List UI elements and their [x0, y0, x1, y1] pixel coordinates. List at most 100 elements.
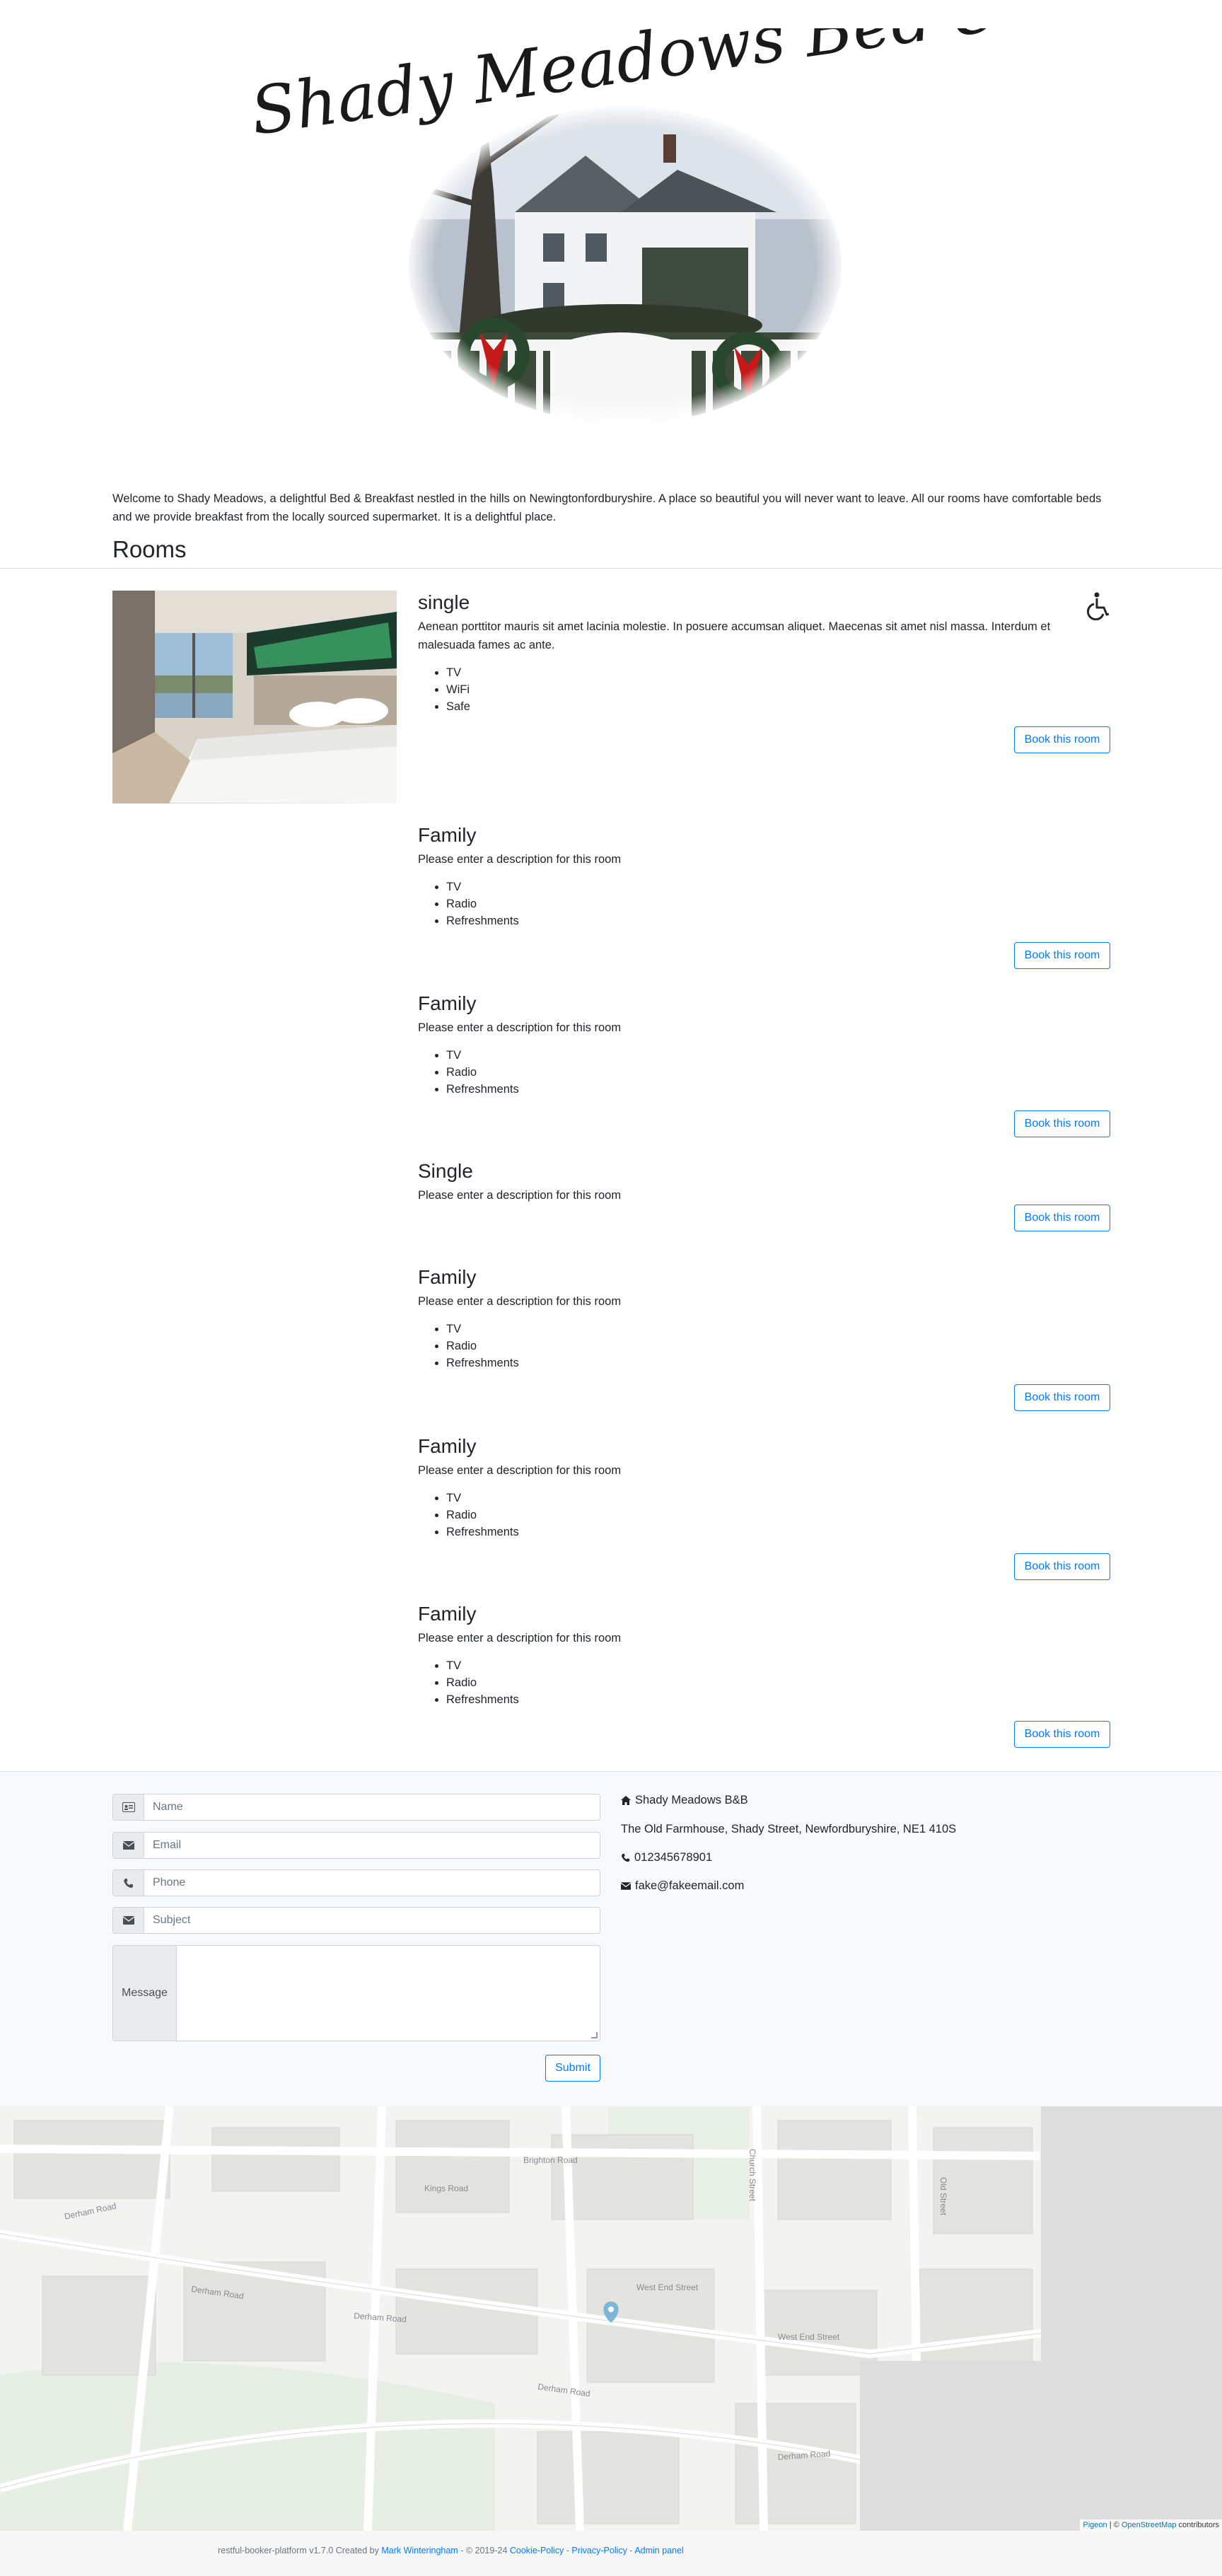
- room-feature: Refreshments: [446, 1524, 1110, 1541]
- phone-icon: [113, 1870, 144, 1896]
- room-feature: Radio: [446, 1338, 1110, 1354]
- room-card: Family Please enter a description for thi…: [418, 1434, 1110, 1580]
- room-description: Please enter a description for this room: [418, 1295, 622, 1308]
- id-card-icon: [113, 1794, 144, 1820]
- room-feature: TV: [446, 1047, 1110, 1064]
- room-feature: Radio: [446, 1674, 1110, 1691]
- map-street-label: West End Street: [778, 2332, 840, 2342]
- map-street-label: Church Street: [747, 2149, 757, 2202]
- osm-link[interactable]: OpenStreetMap: [1122, 2521, 1177, 2529]
- room-name: Family: [418, 1435, 477, 1457]
- room-feature: TV: [446, 1490, 1110, 1507]
- name-input[interactable]: Name: [144, 1794, 600, 1820]
- message-field[interactable]: Message: [112, 1945, 600, 2041]
- room-features-list: TVRadioRefreshments: [418, 1657, 1110, 1708]
- map-street-label: West End Street: [636, 2282, 699, 2292]
- map-street-label: Kings Road: [424, 2183, 468, 2193]
- phone-row: 012345678901: [621, 1851, 712, 1864]
- cookie-policy-link[interactable]: Cookie-Policy: [510, 2546, 564, 2555]
- map-street-label: Old Street: [938, 2177, 948, 2216]
- book-room-button[interactable]: Book this room: [1014, 1553, 1110, 1580]
- subject-input[interactable]: Subject: [144, 1908, 600, 1933]
- room-features-list: TVRadioRefreshments: [418, 1047, 1110, 1098]
- logo-text: Shady Meadows Bed & Breakfast: [246, 28, 990, 150]
- divider: [0, 568, 1222, 569]
- email-input[interactable]: Email: [144, 1833, 600, 1858]
- footer-text: restful-booker-platform v1.7.0 Created b…: [218, 2546, 684, 2555]
- map[interactable]: Derham Road Derham Road Derham Road Derh…: [0, 2106, 1222, 2531]
- room-card: Family Please enter a description for thi…: [418, 823, 1110, 969]
- phone-text: 012345678901: [634, 1851, 713, 1864]
- room-name: Single: [418, 1160, 473, 1182]
- room-name: Family: [418, 1603, 477, 1625]
- contact-section: [0, 1771, 1222, 2106]
- message-textarea[interactable]: [177, 1946, 600, 2041]
- room-name: Family: [418, 1266, 477, 1288]
- room-description: Please enter a description for this room: [418, 1189, 622, 1202]
- email-row: fake@fakeemail.com: [621, 1879, 744, 1893]
- room-description: Please enter a description for this room: [418, 1021, 622, 1034]
- room-card: Family Please enter a description for thi…: [418, 1265, 1110, 1411]
- logo-title: Shady Meadows Bed & Breakfast: [246, 28, 990, 150]
- room-feature: TV: [446, 878, 1110, 895]
- email-text: fake@fakeemail.com: [635, 1879, 745, 1892]
- envelope-icon: [621, 1882, 631, 1890]
- room-feature: TV: [446, 1321, 1110, 1338]
- room-feature: Safe: [446, 698, 1110, 715]
- room-feature: Refreshments: [446, 1081, 1110, 1098]
- business-name: Shady Meadows B&B: [635, 1794, 748, 1806]
- address-text: The Old Farmhouse, Shady Street, Newford…: [621, 1823, 957, 1835]
- hero-header: Shady Meadows Bed & Breakfast: [0, 0, 1222, 467]
- message-label: Message: [113, 1946, 177, 2041]
- book-room-button[interactable]: Book this room: [1014, 1384, 1110, 1411]
- name-field[interactable]: Name: [112, 1794, 600, 1821]
- room-name: Family: [418, 824, 477, 846]
- room-feature: Refreshments: [446, 1691, 1110, 1708]
- room-features-list: TVRadioRefreshments: [418, 1490, 1110, 1541]
- room-card: Family Please enter a description for thi…: [418, 1602, 1110, 1748]
- admin-panel-link[interactable]: Admin panel: [634, 2546, 684, 2555]
- subject-field[interactable]: Subject: [112, 1907, 600, 1934]
- map-tiles[interactable]: Derham Road Derham Road Derham Road Derh…: [0, 2106, 1222, 2531]
- room-card: Family Please enter a description for thi…: [418, 992, 1110, 1137]
- room-card: single Aenean porttitor mauris sit amet l…: [418, 591, 1110, 753]
- room-features-list: TVRadioRefreshments: [418, 878, 1110, 929]
- map-street-label: Brighton Road: [523, 2155, 578, 2165]
- privacy-policy-link[interactable]: Privacy-Policy: [571, 2546, 627, 2555]
- resize-handle-icon[interactable]: [591, 2032, 598, 2038]
- submit-button[interactable]: Submit: [545, 2055, 600, 2082]
- room-name: single: [418, 591, 470, 613]
- phone-icon: [622, 1853, 630, 1862]
- room-feature: Refreshments: [446, 912, 1110, 929]
- room-feature: TV: [446, 1657, 1110, 1674]
- map-attribution: Pigeon | © OpenStreetMap contributors: [1080, 2519, 1222, 2531]
- rooms-heading: Rooms: [112, 536, 187, 562]
- room-feature: WiFi: [446, 681, 1110, 698]
- room-feature: Refreshments: [446, 1354, 1110, 1371]
- footer: restful-booker-platform v1.7.0 Created b…: [0, 2531, 1222, 2576]
- room-feature: Radio: [446, 895, 1110, 912]
- book-room-button[interactable]: Book this room: [1014, 942, 1110, 969]
- book-room-button[interactable]: Book this room: [1014, 726, 1110, 753]
- room-description: Please enter a description for this room: [418, 1464, 622, 1477]
- room-name: Family: [418, 992, 477, 1014]
- room-feature: Radio: [446, 1064, 1110, 1081]
- book-room-button[interactable]: Book this room: [1014, 1205, 1110, 1231]
- phone-input[interactable]: Phone: [144, 1870, 600, 1896]
- room-description: Please enter a description for this room: [418, 853, 622, 866]
- book-room-button[interactable]: Book this room: [1014, 1110, 1110, 1137]
- room-feature: Radio: [446, 1507, 1110, 1524]
- room-feature: TV: [446, 664, 1110, 681]
- phone-field[interactable]: Phone: [112, 1869, 600, 1896]
- room-photo: [112, 591, 397, 803]
- home-icon: [621, 1796, 631, 1805]
- room-features-list: TVRadioRefreshments: [418, 1321, 1110, 1371]
- pigeon-link[interactable]: Pigeon: [1083, 2521, 1107, 2529]
- book-room-button[interactable]: Book this room: [1014, 1721, 1110, 1748]
- business-name-row: Shady Meadows B&B: [621, 1794, 748, 1807]
- address-row: The Old Farmhouse, Shady Street, Newford…: [621, 1823, 956, 1836]
- wheelchair-icon: [1087, 592, 1110, 620]
- author-link[interactable]: Mark Winteringham: [381, 2546, 458, 2555]
- room-features-list: TVWiFiSafe: [418, 664, 1110, 715]
- email-field[interactable]: Email: [112, 1832, 600, 1859]
